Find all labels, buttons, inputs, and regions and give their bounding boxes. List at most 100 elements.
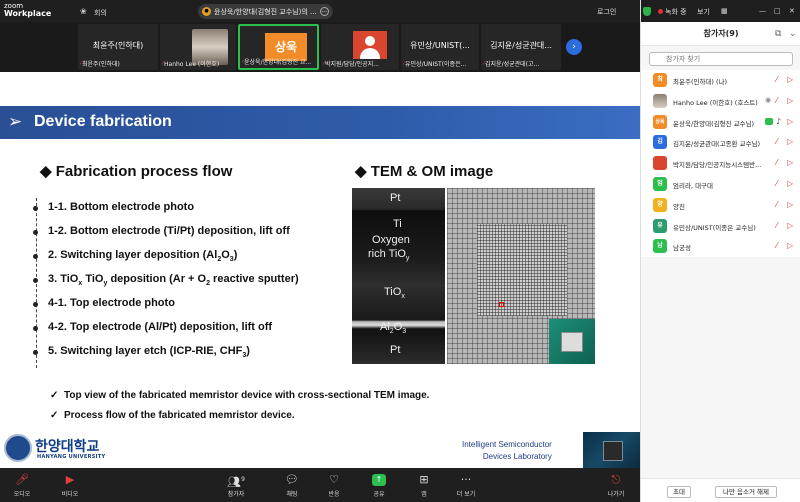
participant-row[interactable]: 유 유민상/UNIST(이종은 교수님) ⁄ ▷ (641, 215, 800, 237)
participant-name: 양진 (673, 202, 685, 211)
camera-off-icon[interactable]: ▷ (787, 241, 793, 250)
step-text: reactive sputter) (210, 273, 299, 285)
slide-top-blank (0, 72, 640, 106)
step-text: ) (246, 345, 250, 357)
camera-off-icon[interactable]: ▷ (787, 117, 793, 126)
mic-muted-icon[interactable]: ⁄ (776, 200, 777, 209)
mic-muted-icon[interactable]: ⁄ (776, 137, 777, 146)
participant-row[interactable]: 김 김지윤/성균관대(고종환 교수님) ⁄ ▷ (641, 132, 800, 154)
check-mark-icon: ✓ (50, 390, 59, 401)
panel-topbar: 녹화 중 보기 ▦ — □ ✕ (641, 0, 800, 22)
meeting-paw-icon[interactable]: ❀ (80, 7, 87, 16)
participant-row[interactable]: 남 남궁성 ⁄ ▷ (641, 236, 800, 258)
video-thumbnail-strip: 최윤주(인하대) ⁄최윤주(인하대) ⁄Hanho Lee (이한호) 상욱 ⁄… (0, 22, 640, 72)
university-name-ko: 한양대학교 (35, 438, 100, 454)
popout-icon[interactable]: ⧉ (775, 29, 781, 39)
unmute-self-button[interactable]: 나만 음소거 해제 (715, 486, 777, 498)
left-heading-text: Fabrication process flow (55, 163, 233, 180)
close-window-icon[interactable]: ✕ (789, 7, 795, 15)
participant-row[interactable]: 양 양진 ⁄ ▷ (641, 194, 800, 216)
participant-row[interactable]: 엄 엄리라, 대구대 ⁄ ▷ (641, 173, 800, 195)
screen-share-icon (765, 117, 773, 125)
tem-label-text: rich TiO (368, 248, 406, 260)
camera-off-icon[interactable]: ▷ (787, 200, 793, 209)
next-page-arrow-icon[interactable]: › (566, 39, 582, 55)
mic-on-icon[interactable]: ♪ (776, 117, 781, 126)
tem-label-text: O (393, 321, 403, 333)
sharing-indicator-pill[interactable]: ● 윤상욱/한양대(김형진 교수님)의 ... … (198, 4, 333, 19)
video-tile[interactable]: 김지윤/성균관대... ⁄김지윤/성균관대(고... (481, 24, 561, 70)
react-button[interactable]: ♡ 반응 (314, 471, 354, 498)
close-panel-icon[interactable]: ⌄ (789, 29, 797, 39)
video-tile[interactable]: 유민상/UNIST(... ⁄유민상/UNIST(이종은... (401, 24, 479, 70)
video-button[interactable]: ▶︎ 비디오 (50, 471, 90, 498)
zoom-window: zoom Workplace ❀ 회의 ● 윤상욱/한양대(김형진 교수님)의 … (0, 0, 800, 502)
mic-muted-icon: ⁄ (403, 61, 405, 68)
apps-label: 앱 (421, 491, 427, 498)
camera-off-icon[interactable]: ▷ (787, 179, 793, 188)
video-tile-active-speaker[interactable]: 상욱 ⁄윤상욱/한양대(김형진 교... (238, 24, 319, 70)
chat-button[interactable]: 💬︎ 채팅 (272, 471, 312, 498)
camera-off-icon[interactable]: ▷ (787, 221, 793, 230)
mic-muted-icon[interactable]: ⁄ (776, 221, 777, 230)
video-tile[interactable]: ⁄Hanho Lee (이한호) (160, 24, 236, 70)
participant-row[interactable]: 최 최윤주(인하대) (나) ⁄ ▷ (641, 70, 800, 91)
chip-package-inset-image (549, 319, 595, 364)
security-shield-icon[interactable] (643, 7, 651, 16)
participants-button[interactable]: 👥︎9 참가자 (216, 471, 256, 498)
logo-big: Workplace (4, 9, 52, 18)
camera-off-icon[interactable]: ▷ (787, 158, 793, 167)
camera-off-icon[interactable]: ▷ (787, 75, 793, 84)
check-mark-icon: ✓ (50, 410, 59, 421)
camera-off-icon[interactable]: ▷ (787, 137, 793, 146)
top-bar: zoom Workplace ❀ 회의 ● 윤상욱/한양대(김형진 교수님)의 … (0, 0, 640, 22)
tile-caption-text: 최윤주(인하대) (82, 61, 120, 68)
view-menu[interactable]: 보기 (697, 7, 710, 17)
recording-status[interactable]: 녹화 중 (665, 7, 687, 17)
mic-muted-icon: ⁄ (323, 61, 325, 68)
participant-name: 남궁성 (673, 244, 691, 253)
mic-muted-icon[interactable]: ⁄ (776, 75, 777, 84)
sharing-text: 윤상욱/한양대(김형진 교수님)의 ... (214, 7, 317, 16)
participant-search-input[interactable] (649, 52, 793, 66)
video-tile[interactable]: ⁄박지원/담당/인공지... (321, 24, 399, 70)
tem-label-rich-tioy: rich TiOy (368, 248, 409, 265)
crossbar-array-region (477, 224, 567, 316)
tem-label-text: Al (380, 321, 390, 333)
tile-caption-text: 김지윤/성균관대(고... (485, 61, 540, 68)
avatar: 엄 (653, 176, 667, 191)
mic-muted-icon[interactable]: ⁄ (776, 96, 777, 105)
tile-caption: ⁄김지윤/성균관대(고... (483, 59, 559, 68)
mic-muted-icon[interactable]: ⁄ (776, 179, 777, 188)
participants-count: 9 (241, 476, 245, 483)
participant-row[interactable]: 박지원/담당/인공지능시스템반... ⁄ ▷ (641, 153, 800, 174)
more-button[interactable]: ··· 더 보기 (446, 471, 486, 498)
minimize-icon[interactable]: — (759, 7, 766, 15)
process-timeline-line (36, 198, 37, 368)
camera-off-icon[interactable]: ▷ (787, 96, 793, 105)
lab-name-line2: Devices Laboratory (482, 452, 552, 461)
mic-muted-icon[interactable]: ⁄ (776, 241, 777, 250)
share-button[interactable]: ↑ 공유 (359, 471, 399, 498)
leave-label: 나가기 (607, 491, 625, 498)
leave-button[interactable]: ⎋ 나가기 (596, 471, 636, 498)
audio-button[interactable]: 🎤︎ 오디오 (2, 471, 42, 498)
maximize-icon[interactable]: □ (774, 7, 781, 15)
participant-row[interactable]: 상욱 윤상욱/한양대(김형진 교수님) ♪ ▷ (641, 111, 800, 133)
more-options-icon[interactable]: … (319, 7, 329, 16)
process-step: 1-2. Bottom electrode (Ti/Pt) deposition… (33, 225, 299, 249)
tile-caption-text: 유민상/UNIST(이종은... (405, 61, 467, 68)
camera-off-icon: ▶︎ (65, 473, 75, 486)
view-grid-icon[interactable]: ▦ (721, 7, 728, 15)
step-text: 4-2. Top electrode (Al/Pt) deposition, l… (48, 321, 273, 333)
step-text: deposition (Ar + O (107, 273, 207, 285)
tile-caption-text: Hanho Lee (이한호) (164, 61, 220, 68)
apps-button[interactable]: ⊞ 앱 (404, 471, 444, 498)
invite-button[interactable]: 초대 (667, 486, 691, 498)
avatar: 유 (653, 218, 667, 233)
login-link[interactable]: 로그인 (597, 7, 616, 17)
meeting-label[interactable]: 회의 (94, 8, 107, 18)
participant-row[interactable]: Hanho Lee (이한호) (호스트) ◉ ⁄ ▷ (641, 90, 800, 112)
video-tile[interactable]: 최윤주(인하대) ⁄최윤주(인하대) (78, 24, 158, 70)
mic-muted-icon[interactable]: ⁄ (776, 158, 777, 167)
